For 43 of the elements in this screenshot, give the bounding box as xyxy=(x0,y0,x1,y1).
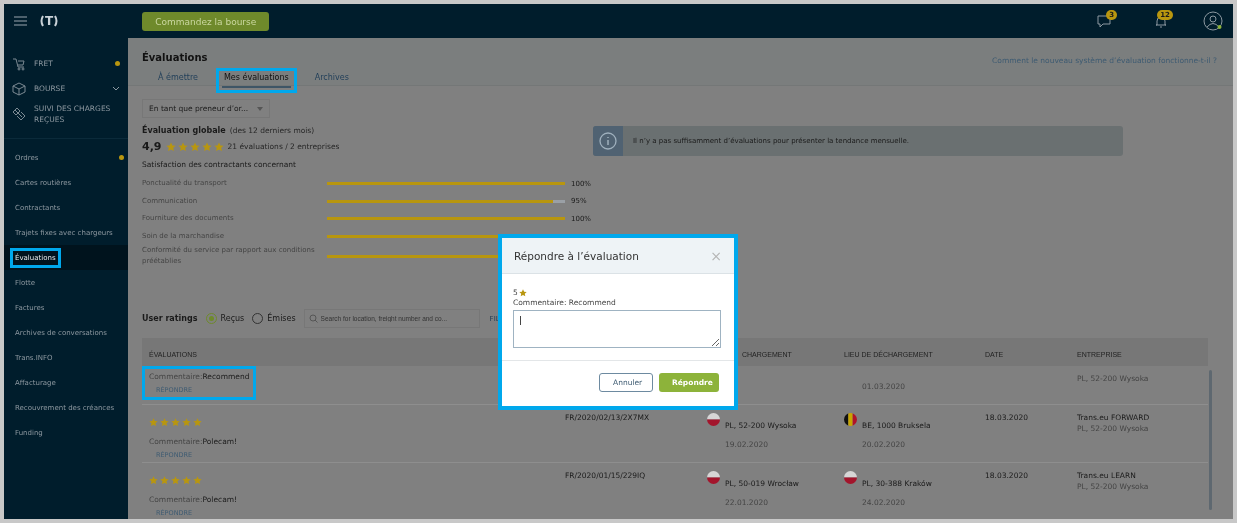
caret-icon xyxy=(257,106,263,111)
radio-option[interactable]: Reçus xyxy=(205,313,245,324)
flag-icon xyxy=(707,413,720,426)
star-icon xyxy=(171,418,180,427)
flag-icon xyxy=(844,471,857,484)
box-icon xyxy=(12,81,26,96)
rating-score: 4,9 xyxy=(142,140,162,153)
filter-label: User ratings xyxy=(142,314,198,323)
star-icon xyxy=(177,141,188,152)
star-icon xyxy=(213,141,224,152)
reply-field[interactable]: | xyxy=(513,310,721,348)
star-icon xyxy=(149,418,158,427)
star-icon xyxy=(160,418,169,427)
status-dot xyxy=(115,61,120,66)
star-icon xyxy=(518,288,527,297)
search-icon xyxy=(308,314,318,323)
chevron-down-icon xyxy=(112,86,120,91)
page-title: Évaluations xyxy=(142,52,209,63)
star-icon xyxy=(193,476,202,485)
status-dot xyxy=(119,155,124,160)
radio-option[interactable]: Émises xyxy=(252,313,296,324)
star-icon xyxy=(165,141,176,152)
star-icon xyxy=(149,476,158,485)
flag-icon xyxy=(844,413,857,426)
star-icon xyxy=(189,141,200,152)
satellite-icon xyxy=(12,106,26,121)
flag-icon xyxy=(707,471,720,484)
menu-icon[interactable] xyxy=(14,16,27,26)
section-title: Évaluation globale xyxy=(142,126,226,135)
star-icon xyxy=(193,418,202,427)
star-icon xyxy=(171,476,180,485)
avatar-icon[interactable] xyxy=(1203,11,1223,31)
info-icon xyxy=(599,132,617,150)
star-icon xyxy=(182,418,191,427)
scrollbar[interactable] xyxy=(1209,370,1212,510)
tab[interactable]: Mes évaluations xyxy=(215,68,297,93)
dialog-title: Répondre à l’évaluation xyxy=(514,249,639,262)
messages-icon[interactable] xyxy=(1097,14,1111,28)
logo: T xyxy=(39,14,60,28)
cart-icon xyxy=(12,56,26,71)
star-icon xyxy=(160,476,169,485)
star-icon xyxy=(182,476,191,485)
star-icon xyxy=(201,141,212,152)
